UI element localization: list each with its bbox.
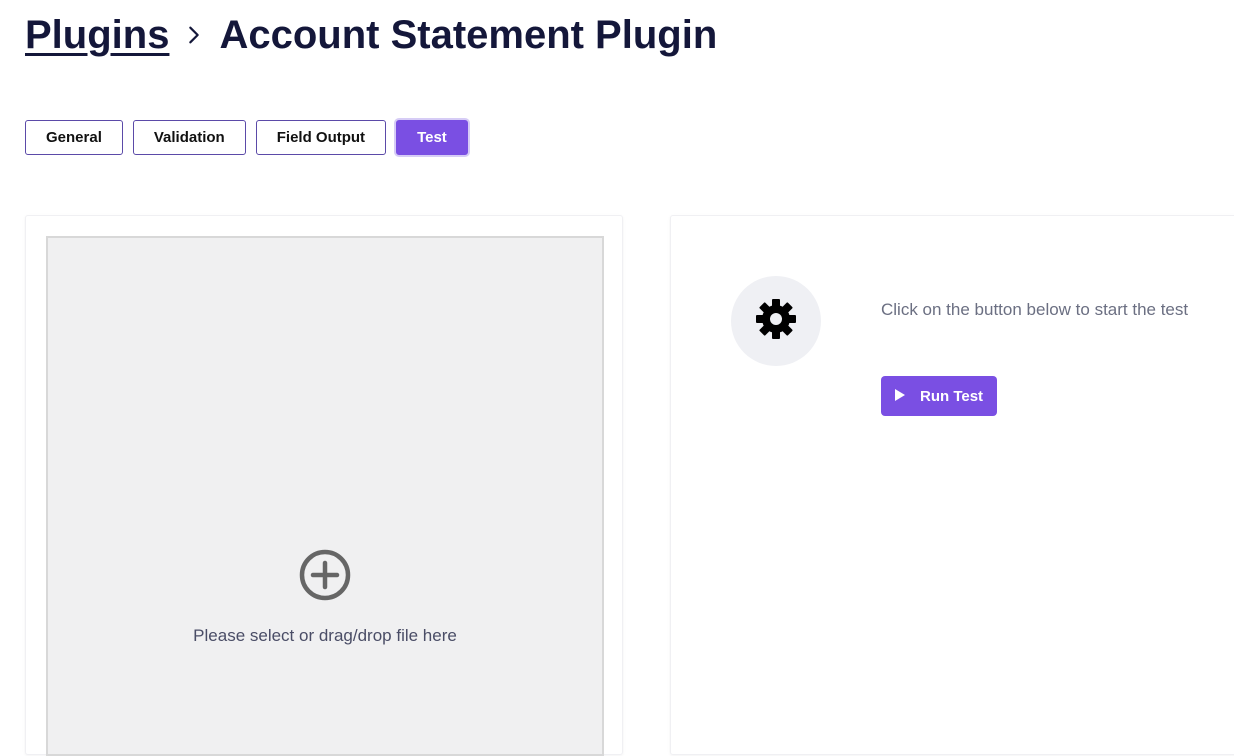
page-title: Account Statement Plugin <box>219 12 718 57</box>
tab-validation[interactable]: Validation <box>132 120 246 155</box>
test-instruction: Click on the button below to start the t… <box>881 300 1189 319</box>
tab-test[interactable]: Test <box>396 120 468 155</box>
file-dropzone[interactable]: Please select or drag/drop file here <box>46 236 604 756</box>
plus-circle-icon <box>298 548 352 602</box>
dropzone-prompt: Please select or drag/drop file here <box>193 626 457 645</box>
tab-field-output[interactable]: Field Output <box>255 120 387 155</box>
tab-bar: General Validation Field Output Test <box>25 120 468 155</box>
test-card: Click on the button below to start the t… <box>670 215 1234 755</box>
upload-card: Please select or drag/drop file here <box>25 215 623 756</box>
tab-general[interactable]: General <box>25 120 123 155</box>
play-icon <box>895 388 905 405</box>
breadcrumb-plugins-link[interactable]: Plugins <box>25 13 169 58</box>
run-test-label: Run Test <box>920 387 984 405</box>
breadcrumb: Plugins Account Statement Plugin <box>25 10 717 60</box>
chevron-right-icon <box>169 10 219 60</box>
run-test-button[interactable]: Run Test <box>881 376 997 416</box>
gear-icon <box>755 298 797 345</box>
gear-icon-container <box>731 276 821 366</box>
